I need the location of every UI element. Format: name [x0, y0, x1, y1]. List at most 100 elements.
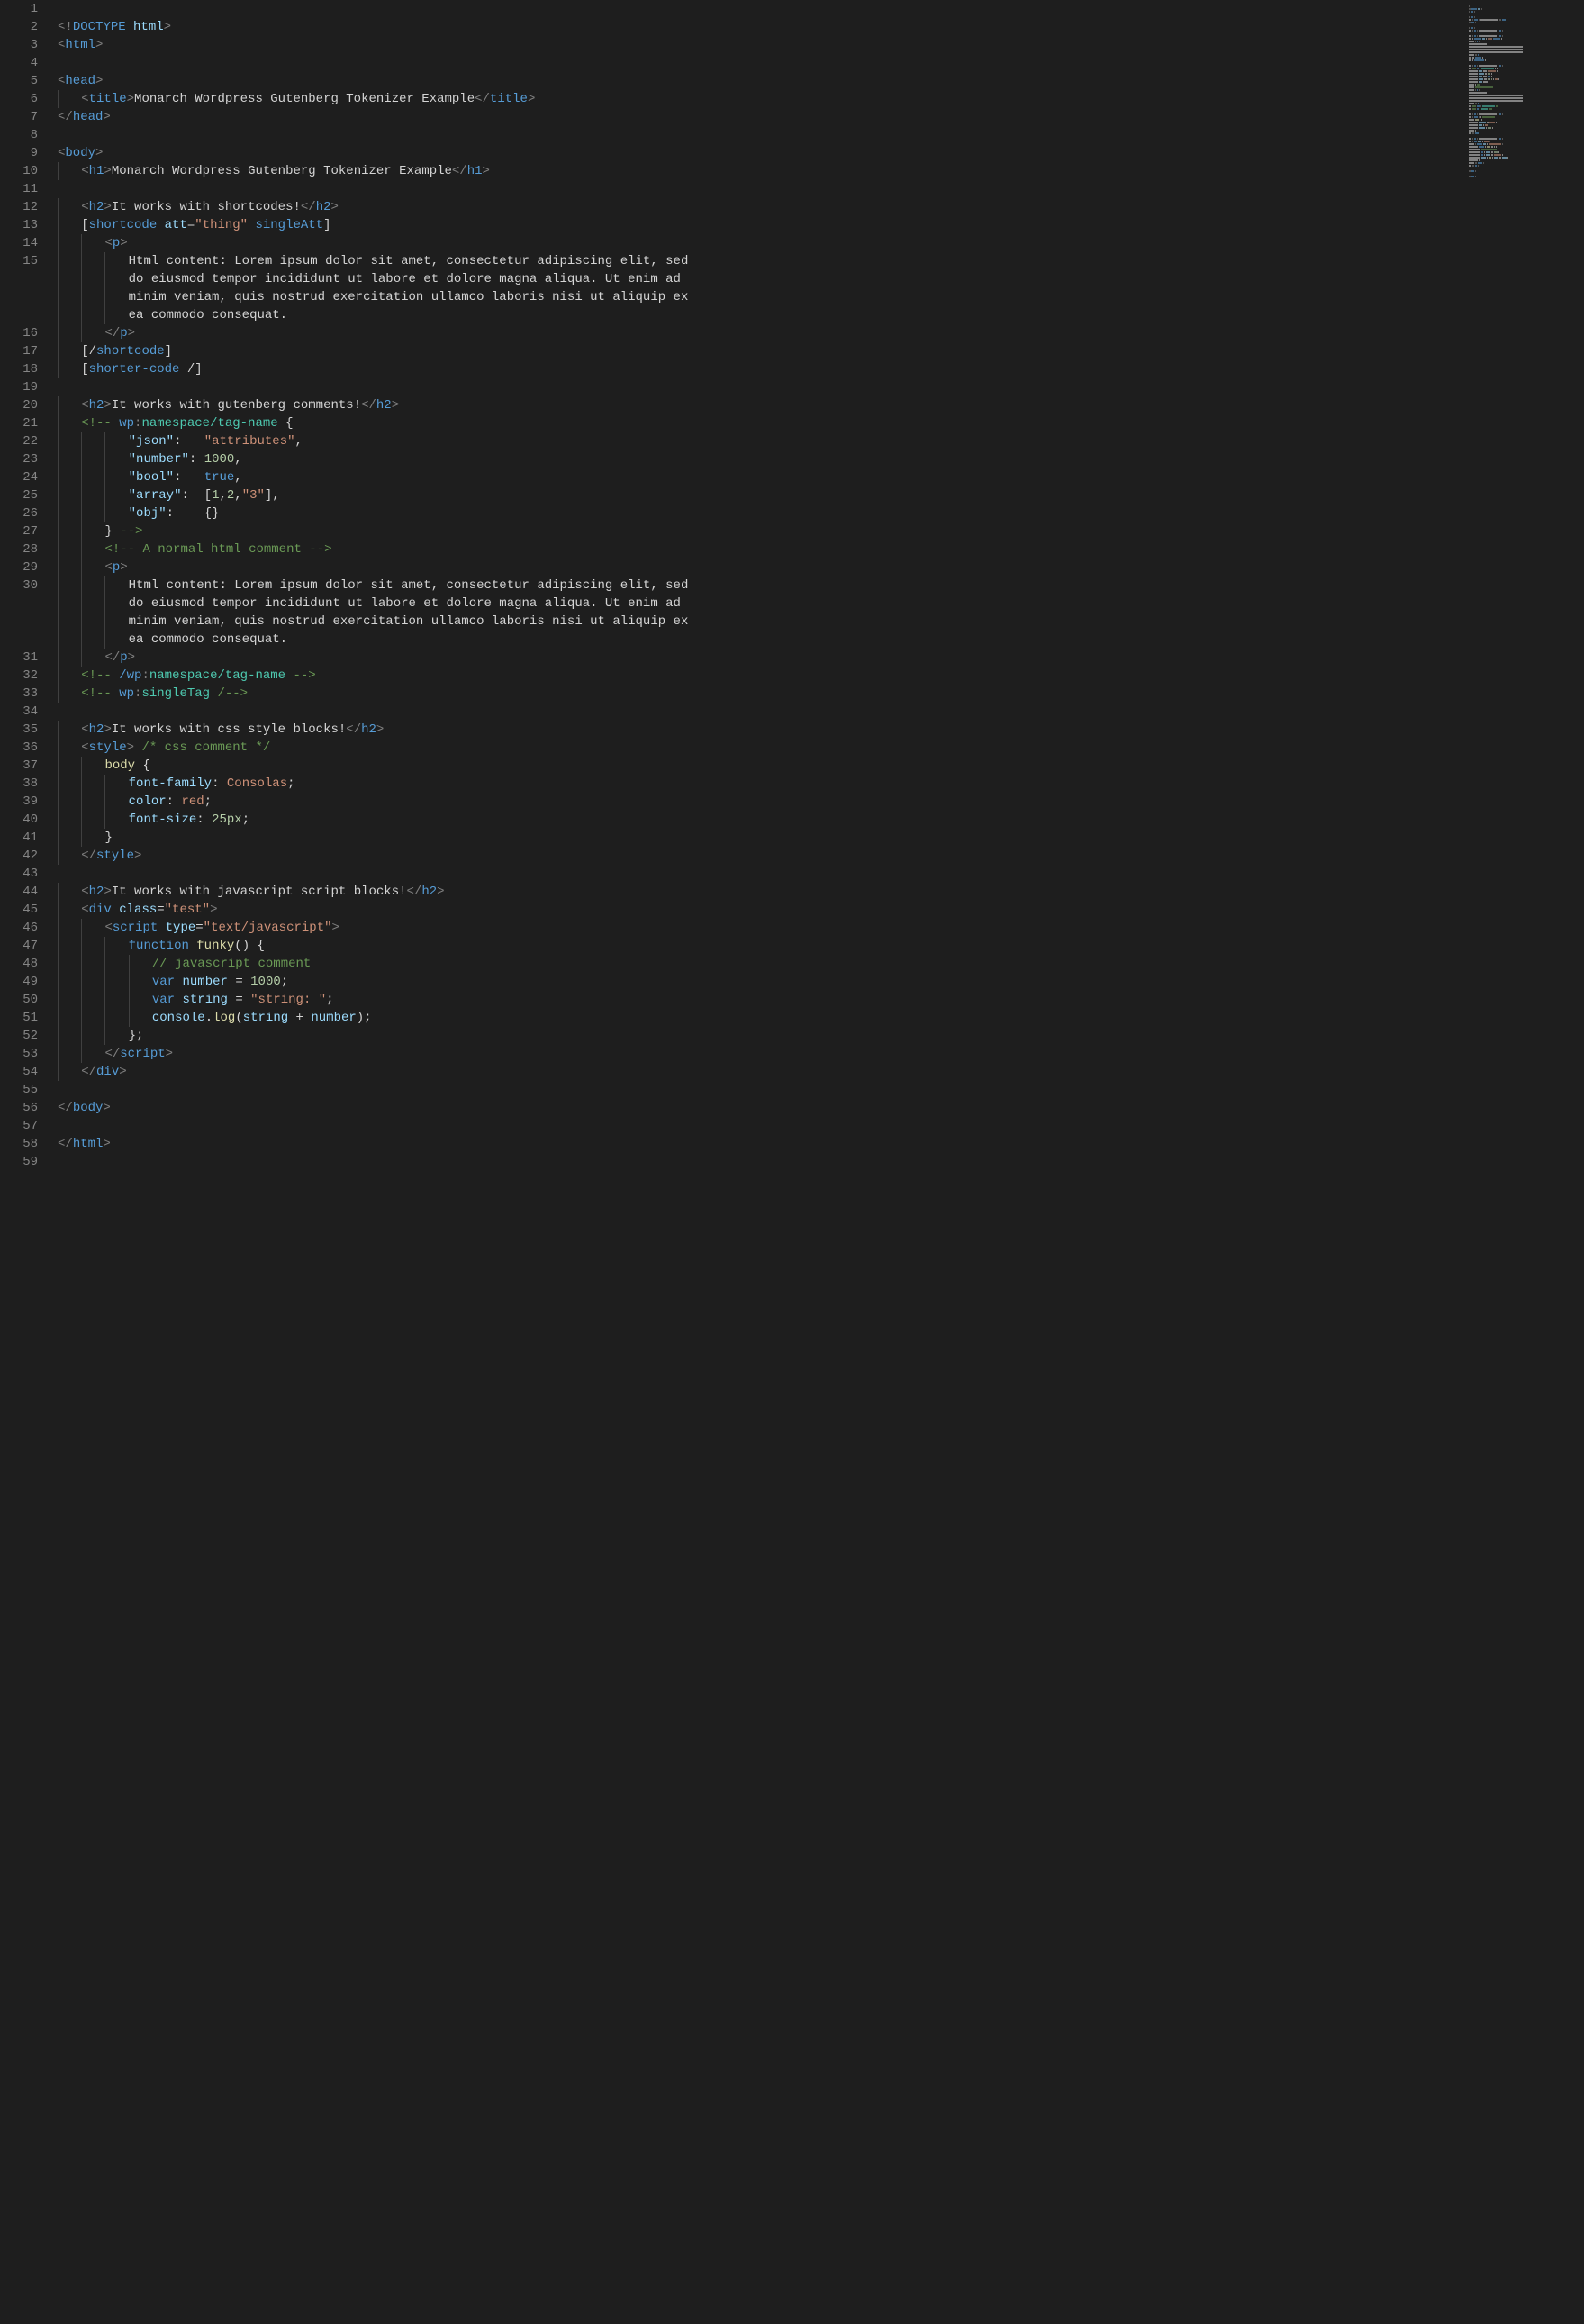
code-line[interactable]: }; — [58, 1027, 1584, 1045]
code-line[interactable]: <p> — [58, 234, 1584, 252]
code-line[interactable]: <!-- A normal html comment --> — [58, 540, 1584, 558]
code-line[interactable]: [/shortcode] — [58, 342, 1584, 360]
code-editor-content[interactable]: <!DOCTYPE html><html> <head> <title>Mona… — [54, 0, 1584, 2324]
code-line[interactable]: body { — [58, 757, 1584, 775]
line-number: 23 — [0, 450, 38, 468]
line-number: 38 — [0, 775, 38, 793]
code-line[interactable]: <!-- wp:singleTag /--> — [58, 685, 1584, 703]
code-line[interactable]: "number": 1000, — [58, 450, 1584, 468]
line-number: 42 — [0, 847, 38, 865]
code-line-wrap[interactable]: minim veniam, quis nostrud exercitation … — [58, 288, 1584, 306]
code-line-wrap[interactable]: do eiusmod tempor incididunt ut labore e… — [58, 595, 1584, 613]
code-line[interactable]: // javascript comment — [58, 955, 1584, 973]
code-line[interactable]: function funky() { — [58, 937, 1584, 955]
line-number: 58 — [0, 1135, 38, 1153]
code-line[interactable] — [58, 703, 1584, 721]
line-number: 40 — [0, 811, 38, 829]
line-number: 12 — [0, 198, 38, 216]
code-line[interactable]: </html> — [58, 1135, 1584, 1153]
code-line[interactable] — [58, 1081, 1584, 1099]
code-line[interactable]: "json": "attributes", — [58, 432, 1584, 450]
minimap[interactable] — [1469, 5, 1568, 186]
code-line[interactable]: </div> — [58, 1063, 1584, 1081]
code-line[interactable]: <h1>Monarch Wordpress Gutenberg Tokenize… — [58, 162, 1584, 180]
code-line-wrap[interactable]: minim veniam, quis nostrud exercitation … — [58, 613, 1584, 631]
code-line[interactable]: "bool": true, — [58, 468, 1584, 486]
code-line[interactable]: </body> — [58, 1099, 1584, 1117]
code-line[interactable]: console.log(string + number); — [58, 1009, 1584, 1027]
code-line[interactable]: } --> — [58, 522, 1584, 540]
code-line[interactable]: <script type="text/javascript"> — [58, 919, 1584, 937]
code-line[interactable] — [58, 54, 1584, 72]
line-number: 59 — [0, 1153, 38, 1171]
line-number-continuation — [0, 613, 38, 631]
code-line-wrap[interactable]: do eiusmod tempor incididunt ut labore e… — [58, 270, 1584, 288]
line-number: 32 — [0, 667, 38, 685]
code-line[interactable]: <!-- /wp:namespace/tag-name --> — [58, 667, 1584, 685]
code-line[interactable] — [58, 1153, 1584, 1171]
code-line[interactable]: font-family: Consolas; — [58, 775, 1584, 793]
code-line[interactable]: <h2>It works with css style blocks!</h2> — [58, 721, 1584, 739]
code-line[interactable]: </head> — [58, 108, 1584, 126]
line-number: 55 — [0, 1081, 38, 1099]
code-line[interactable]: </p> — [58, 649, 1584, 667]
line-number: 44 — [0, 883, 38, 901]
line-number: 50 — [0, 991, 38, 1009]
code-line[interactable]: </script> — [58, 1045, 1584, 1063]
code-line[interactable]: [shortcode att="thing" singleAtt] — [58, 216, 1584, 234]
line-number: 28 — [0, 540, 38, 558]
line-number: 30 — [0, 576, 38, 595]
line-number: 52 — [0, 1027, 38, 1045]
line-number: 36 — [0, 739, 38, 757]
code-line[interactable]: </style> — [58, 847, 1584, 865]
line-number: 4 — [0, 54, 38, 72]
code-line[interactable]: <body> — [58, 144, 1584, 162]
line-number: 8 — [0, 126, 38, 144]
code-line[interactable] — [58, 378, 1584, 396]
code-line[interactable]: <h2>It works with shortcodes!</h2> — [58, 198, 1584, 216]
line-number-continuation — [0, 631, 38, 649]
code-line[interactable]: Html content: Lorem ipsum dolor sit amet… — [58, 576, 1584, 595]
code-line[interactable]: <div class="test"> — [58, 901, 1584, 919]
line-number-gutter: 123456789101112131415 161718192021222324… — [0, 0, 54, 2324]
code-line[interactable]: [shorter-code /] — [58, 360, 1584, 378]
code-line[interactable]: Html content: Lorem ipsum dolor sit amet… — [58, 252, 1584, 270]
code-line[interactable] — [58, 1117, 1584, 1135]
code-line[interactable]: <h2>It works with gutenberg comments!</h… — [58, 396, 1584, 414]
code-line[interactable]: "array": [1,2,"3"], — [58, 486, 1584, 504]
code-line[interactable]: } — [58, 829, 1584, 847]
code-line-wrap[interactable]: ea commodo consequat. — [58, 631, 1584, 649]
line-number: 5 — [0, 72, 38, 90]
code-line[interactable]: <title>Monarch Wordpress Gutenberg Token… — [58, 90, 1584, 108]
code-line[interactable]: <style> /* css comment */ — [58, 739, 1584, 757]
line-number: 34 — [0, 703, 38, 721]
code-line-wrap[interactable]: ea commodo consequat. — [58, 306, 1584, 324]
line-number: 51 — [0, 1009, 38, 1027]
code-line[interactable]: color: red; — [58, 793, 1584, 811]
code-line[interactable] — [58, 0, 1584, 18]
line-number: 19 — [0, 378, 38, 396]
line-number: 25 — [0, 486, 38, 504]
code-line[interactable]: </p> — [58, 324, 1584, 342]
line-number: 14 — [0, 234, 38, 252]
code-line[interactable]: <!-- wp:namespace/tag-name { — [58, 414, 1584, 432]
code-line[interactable] — [58, 126, 1584, 144]
code-line[interactable]: "obj": {} — [58, 504, 1584, 522]
code-line[interactable] — [58, 865, 1584, 883]
code-line[interactable]: var string = "string: "; — [58, 991, 1584, 1009]
line-number: 2 — [0, 18, 38, 36]
line-number: 26 — [0, 504, 38, 522]
line-number: 6 — [0, 90, 38, 108]
code-line[interactable]: var number = 1000; — [58, 973, 1584, 991]
code-line[interactable]: <h2>It works with javascript script bloc… — [58, 883, 1584, 901]
line-number: 43 — [0, 865, 38, 883]
code-line[interactable]: font-size: 25px; — [58, 811, 1584, 829]
line-number-continuation — [0, 306, 38, 324]
code-line[interactable]: <html> — [58, 36, 1584, 54]
code-line[interactable]: <p> — [58, 558, 1584, 576]
line-number: 15 — [0, 252, 38, 270]
code-line[interactable]: <head> — [58, 72, 1584, 90]
line-number: 48 — [0, 955, 38, 973]
code-line[interactable]: <!DOCTYPE html> — [58, 18, 1584, 36]
code-line[interactable] — [58, 180, 1584, 198]
